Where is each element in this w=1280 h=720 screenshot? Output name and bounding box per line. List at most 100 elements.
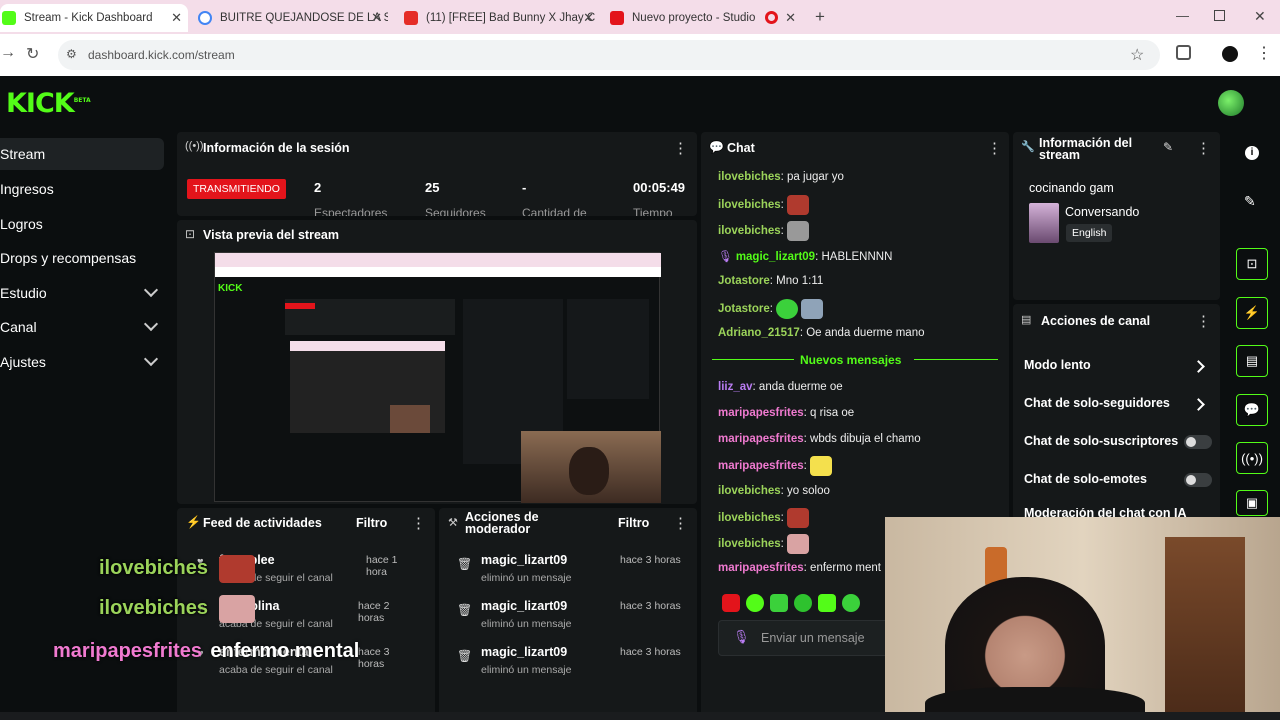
close-tab-icon[interactable]: ✕ <box>785 10 796 26</box>
extensions-icon[interactable] <box>1176 45 1191 60</box>
preview-webcam-person <box>569 447 609 495</box>
tab-title: Nuevo proyecto - Studio <box>632 12 756 24</box>
overlay-username: maripapesfrites <box>53 640 202 662</box>
edit-icon[interactable]: ✎ <box>1244 193 1256 210</box>
address-bar[interactable]: ⚙ dashboard.kick.com/stream ☆ <box>58 40 1160 70</box>
followers-only-row[interactable]: Chat de solo-seguidores <box>1024 394 1214 416</box>
tab-buitre[interactable]: BUITRE QUEJANDOSE DE LA SE ✕ <box>198 4 388 32</box>
chat-text: anda duerme oe <box>758 381 843 393</box>
sidebar-item-logros[interactable]: Logros <box>0 208 164 240</box>
moderator-menu-icon[interactable] <box>673 514 688 532</box>
subscribers-only-toggle[interactable] <box>1184 435 1212 449</box>
broadcast-button[interactable]: ((•)) <box>1236 442 1268 474</box>
moderator-username[interactable]: magic_lizart09 <box>481 553 567 567</box>
chat-username[interactable]: maripapesfrites <box>718 407 804 419</box>
activity-feed-panel: ⚡ Feed de actividades Filtro ♥ fernaplee… <box>177 508 435 720</box>
close-tab-icon[interactable]: ✕ <box>171 10 182 26</box>
kick-favicon-icon <box>2 11 16 25</box>
chat-username[interactable]: ilovebiches <box>718 225 781 237</box>
category-thumbnail[interactable] <box>1029 203 1059 243</box>
chat-button[interactable]: 💬 <box>1236 394 1268 426</box>
user-avatar[interactable] <box>1218 90 1244 116</box>
chat-username[interactable]: liiz_av <box>718 381 753 393</box>
tab-title: Stream - Kick Dashboard <box>24 12 153 24</box>
mic-icon[interactable]: 🎙 <box>733 629 750 645</box>
close-tab-icon[interactable]: ✕ <box>371 10 382 26</box>
emote-icon[interactable] <box>794 594 812 612</box>
sidebar-item-stream[interactable]: Stream <box>0 138 164 170</box>
channel-actions-menu-icon[interactable] <box>1196 312 1211 330</box>
chat-username[interactable]: Jotastore <box>718 303 770 315</box>
background-door <box>1165 537 1245 720</box>
channel-actions-panel: ▤ Acciones de canal Modo lento Chat de s… <box>1013 304 1220 520</box>
sidebar-item-canal[interactable]: Canal <box>0 311 164 343</box>
reload-icon[interactable]: ↻ <box>26 44 39 64</box>
chevron-right-icon <box>1192 360 1205 373</box>
category-name[interactable]: Conversando <box>1065 205 1139 219</box>
chat-username[interactable]: ilovebiches <box>718 512 781 524</box>
minimize-icon[interactable]: — <box>1176 8 1189 23</box>
chat-username[interactable]: maripapesfrites <box>718 460 804 472</box>
slow-mode-row[interactable]: Modo lento <box>1024 356 1214 378</box>
browser-menu-icon[interactable]: ⋮ <box>1256 43 1272 63</box>
session-menu-icon[interactable] <box>673 139 688 157</box>
moderator-username[interactable]: magic_lizart09 <box>481 645 567 659</box>
moderator-username[interactable]: magic_lizart09 <box>481 599 567 613</box>
edit-icon[interactable]: ✎ <box>1163 140 1173 154</box>
emotes-only-toggle[interactable] <box>1184 473 1212 487</box>
chat-username[interactable]: ilovebiches <box>718 538 781 550</box>
close-window-icon[interactable]: ✕ <box>1254 8 1266 25</box>
overlay-chat-line: maripapesfrites enfermo mental <box>53 640 359 663</box>
preview-info-box <box>567 299 649 399</box>
chat-username[interactable]: magic_lizart09 <box>736 251 815 263</box>
feed-menu-icon[interactable] <box>411 514 426 532</box>
emote-icon[interactable] <box>722 594 740 612</box>
trash-icon: 🗑 <box>457 603 473 617</box>
feed-filter-button[interactable]: Filtro <box>356 516 387 530</box>
emote-icon <box>776 299 799 319</box>
chat-username[interactable]: ilovebiches <box>718 199 781 211</box>
sidebar-item-ingresos[interactable]: Ingresos <box>0 173 164 205</box>
emote-icon[interactable] <box>818 594 836 612</box>
panel-title: Información de la sesión <box>203 141 350 155</box>
stream-preview-video[interactable]: KICK <box>214 252 661 503</box>
emote-icon <box>810 456 833 476</box>
sidebar-item-estudio[interactable]: Estudio <box>0 277 164 309</box>
chat-username[interactable]: ilovebiches <box>718 485 781 497</box>
sidebar-item-drops[interactable]: Drops y recompensas <box>0 242 164 274</box>
tab-kick-dashboard[interactable]: Stream - Kick Dashboard ✕ <box>0 4 188 32</box>
chat-username[interactable]: ilovebiches <box>718 171 781 183</box>
overlay-chat-line: ilovebiches <box>99 557 208 579</box>
chat-username[interactable]: maripapesfrites <box>718 562 804 574</box>
kick-logo[interactable]: KICKBETA <box>6 88 91 119</box>
video-button[interactable]: ▣ <box>1236 490 1268 516</box>
camera-button[interactable]: ⊡ <box>1236 248 1268 280</box>
close-tab-icon[interactable]: ✕ <box>583 10 594 26</box>
chat-username[interactable]: Adriano_21517 <box>718 327 800 339</box>
emote-icon[interactable] <box>770 594 788 612</box>
moderator-filter-button[interactable]: Filtro <box>618 516 649 530</box>
emote-icon[interactable] <box>746 594 764 612</box>
info-icon[interactable]: i <box>1245 146 1259 160</box>
chat-menu-icon[interactable] <box>987 139 1002 157</box>
panel-title-line2: moderador <box>465 522 531 536</box>
tab-youtube[interactable]: (11) [FREE] Bad Bunny X Jhay C ✕ <box>404 4 600 32</box>
new-tab-icon[interactable]: + <box>815 7 825 27</box>
chat-username[interactable]: Jotastore <box>718 275 770 287</box>
chat-message: Jotastore: Mno 1:11 <box>718 275 824 287</box>
tab-studio[interactable]: Nuevo proyecto - Studio ✕ <box>610 4 802 32</box>
amount-label: Cantidad de <box>522 206 587 216</box>
maximize-icon[interactable] <box>1214 10 1225 21</box>
chat-username[interactable]: maripapesfrites <box>718 433 804 445</box>
back-icon[interactable]: → <box>0 44 16 62</box>
moderator-action: eliminó un mensaje <box>481 572 572 584</box>
feed-time: hace 1 hora <box>366 554 398 578</box>
profile-avatar[interactable] <box>1222 46 1238 62</box>
emote-icon[interactable] <box>842 594 860 612</box>
stream-info-menu-icon[interactable] <box>1196 139 1211 157</box>
bookmark-star-icon[interactable]: ☆ <box>1130 45 1144 65</box>
document-button[interactable]: ▤ <box>1236 345 1268 377</box>
lightning-button[interactable]: ⚡ <box>1236 297 1268 329</box>
site-info-icon[interactable]: ⚙ <box>66 47 77 61</box>
sidebar-item-ajustes[interactable]: Ajustes <box>0 346 164 378</box>
